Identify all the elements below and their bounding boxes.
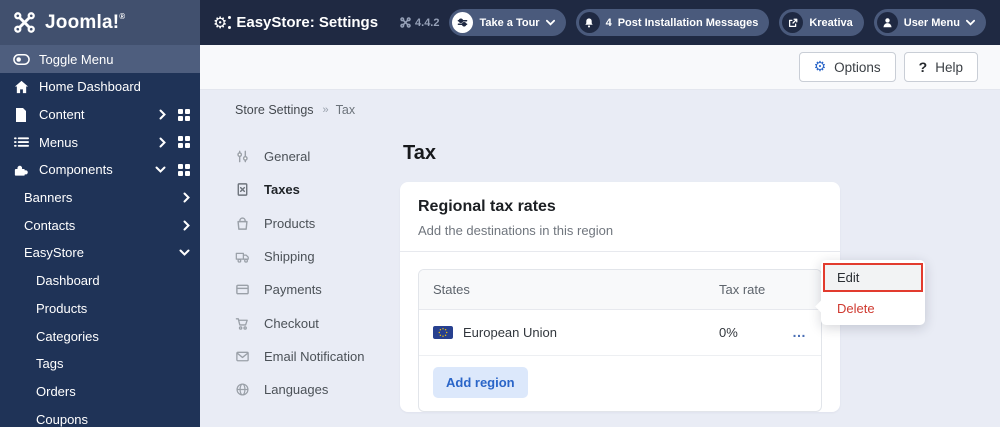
cart-icon xyxy=(235,316,250,331)
chevron-down-icon xyxy=(179,249,190,257)
table-row-european-union: European Union 0% … xyxy=(419,310,821,356)
sidebar-item-contacts[interactable]: Contacts xyxy=(0,211,200,239)
row-actions-menu-button[interactable]: … xyxy=(792,324,807,340)
bell-icon xyxy=(578,12,600,33)
settings-nav-languages[interactable]: Languages xyxy=(235,373,400,406)
joomla-version: 4.4.2 xyxy=(400,17,439,29)
top-bar: Joomla!® ⚙ EasyStore: Settings 4.4.2 Tak… xyxy=(0,0,1000,45)
card-body: States Tax rate European Union 0% … Add … xyxy=(400,252,840,427)
dashboard-grid-icon[interactable] xyxy=(178,136,190,149)
envelope-icon xyxy=(235,349,250,364)
gears-icon: ⚙ xyxy=(213,14,232,31)
user-menu-button[interactable]: User Menu xyxy=(873,9,986,36)
chevron-down-icon xyxy=(966,19,975,26)
card-header: Regional tax rates Add the destinations … xyxy=(400,182,840,252)
add-region-button[interactable]: Add region xyxy=(433,367,528,398)
tax-rate-value: 0% xyxy=(719,325,738,340)
joomla-logo[interactable]: Joomla!® xyxy=(0,0,200,45)
sidebar-item-easystore-orders[interactable]: Orders xyxy=(0,378,200,406)
row-context-menu: Edit Delete xyxy=(815,260,925,325)
joomla-mini-icon xyxy=(400,17,411,28)
context-menu-delete[interactable]: Delete xyxy=(821,295,925,320)
breadcrumb-separator-icon: » xyxy=(322,104,329,116)
joomla-logo-text: Joomla!® xyxy=(45,11,126,33)
settings-nav-general[interactable]: General xyxy=(235,140,400,173)
question-mark-icon: ? xyxy=(918,59,928,75)
app-title-area: ⚙ EasyStore: Settings xyxy=(200,0,378,45)
tax-rates-table: States Tax rate European Union 0% … Add … xyxy=(418,269,822,412)
template-kreativa-button[interactable]: Kreativa xyxy=(779,9,864,36)
settings-nav-shipping[interactable]: Shipping xyxy=(235,240,400,273)
breadcrumb-store-settings[interactable]: Store Settings xyxy=(235,103,314,117)
sidebar-item-easystore-categories[interactable]: Categories xyxy=(0,322,200,350)
tour-sliders-icon xyxy=(452,12,474,33)
breadcrumb: Store Settings » Tax xyxy=(200,90,1000,130)
help-button[interactable]: ? Help xyxy=(903,52,978,82)
settings-nav-products[interactable]: Products xyxy=(235,207,400,240)
settings-nav-checkout[interactable]: Checkout xyxy=(235,306,400,339)
sidebar-item-easystore-tags[interactable]: Tags xyxy=(0,350,200,378)
card-subtitle: Add the destinations in this region xyxy=(418,223,614,238)
admin-sidebar: Toggle Menu Home Dashboard Content Menus… xyxy=(0,45,200,427)
joomla-logo-icon xyxy=(13,11,36,34)
toggle-icon xyxy=(12,53,30,66)
easystore-settings-screen: Joomla!® ⚙ EasyStore: Settings 4.4.2 Tak… xyxy=(0,0,1000,427)
list-icon xyxy=(12,136,30,148)
sidebar-item-toggle-menu[interactable]: Toggle Menu xyxy=(0,45,200,73)
home-icon xyxy=(12,80,30,94)
regional-tax-rates-card: Regional tax rates Add the destinations … xyxy=(400,182,840,412)
post-installation-messages-button[interactable]: 4 Post Installation Messages xyxy=(575,9,770,36)
page-title: Tax xyxy=(403,142,436,164)
sidebar-item-easystore-products[interactable]: Products xyxy=(0,295,200,323)
sidebar-item-components[interactable]: Components xyxy=(0,156,200,184)
topbar-actions: 4.4.2 Take a Tour 4 Post Installation Me… xyxy=(400,0,1000,45)
state-name: European Union xyxy=(463,325,557,340)
options-gear-icon: ⚙ xyxy=(813,59,827,75)
take-a-tour-button[interactable]: Take a Tour xyxy=(449,9,566,36)
settings-nav: General Taxes Products Shipping Payments… xyxy=(235,140,400,406)
globe-icon xyxy=(235,382,250,397)
chevron-right-icon xyxy=(159,137,166,148)
truck-icon xyxy=(235,249,250,264)
content-area: ⚙ Options ? Help Store Settings » Tax Ge… xyxy=(200,45,1000,427)
toolbar: ⚙ Options ? Help xyxy=(200,45,1000,90)
sidebar-item-easystore-coupons[interactable]: Coupons xyxy=(0,405,200,427)
table-footer: Add region xyxy=(419,356,821,411)
sidebar-item-easystore[interactable]: EasyStore xyxy=(0,239,200,267)
sidebar-item-banners[interactable]: Banners xyxy=(0,184,200,212)
chevron-down-icon xyxy=(545,19,555,26)
document-icon xyxy=(12,107,30,122)
credit-card-icon xyxy=(235,282,250,297)
sidebar-item-content[interactable]: Content xyxy=(0,101,200,129)
user-icon xyxy=(876,12,898,33)
settings-nav-payments[interactable]: Payments xyxy=(235,273,400,306)
chevron-down-icon xyxy=(155,166,166,174)
sidebar-item-home-dashboard[interactable]: Home Dashboard xyxy=(0,73,200,101)
column-header-tax-rate: Tax rate xyxy=(719,282,766,297)
dashboard-grid-icon[interactable] xyxy=(178,163,190,176)
chevron-right-icon xyxy=(159,109,166,120)
dashboard-grid-icon[interactable] xyxy=(178,108,190,121)
puzzle-icon xyxy=(12,163,30,177)
settings-nav-taxes[interactable]: Taxes xyxy=(235,173,400,206)
receipt-icon xyxy=(235,182,250,197)
sidebar-item-menus[interactable]: Menus xyxy=(0,128,200,156)
external-link-icon xyxy=(782,12,804,33)
context-menu-edit[interactable]: Edit xyxy=(823,263,923,292)
chevron-right-icon xyxy=(183,220,190,231)
sliders-icon xyxy=(235,149,250,164)
sidebar-item-easystore-dashboard[interactable]: Dashboard xyxy=(0,267,200,295)
chevron-right-icon xyxy=(183,192,190,203)
column-header-states: States xyxy=(433,282,470,297)
options-button[interactable]: ⚙ Options xyxy=(798,52,896,82)
page-header-title: EasyStore: Settings xyxy=(236,14,379,31)
card-title: Regional tax rates xyxy=(418,198,556,215)
table-header-row: States Tax rate xyxy=(419,270,821,310)
breadcrumb-current: Tax xyxy=(335,103,356,117)
messages-count-badge: 4 xyxy=(605,16,612,29)
shopping-bag-icon xyxy=(235,216,250,231)
settings-nav-email-notification[interactable]: Email Notification xyxy=(235,340,400,373)
eu-flag-icon xyxy=(433,326,453,339)
